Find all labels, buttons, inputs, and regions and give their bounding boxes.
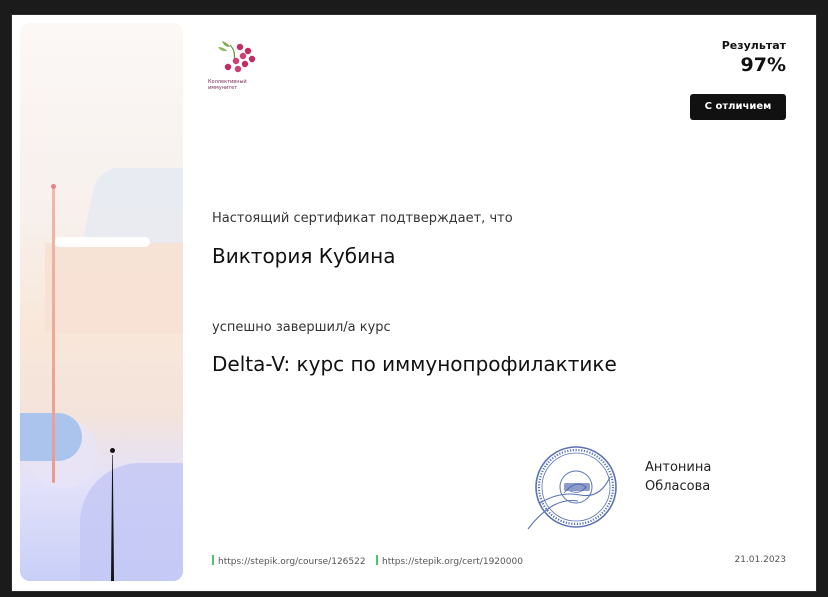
art-needle <box>52 185 55 483</box>
course-title: Delta-V: курс по иммунопрофилактике <box>212 352 617 376</box>
logo-caption-line: иммунитет <box>208 85 238 91</box>
stamp-seal-icon <box>527 446 617 530</box>
art-shape <box>82 168 183 243</box>
signer-first-name: Антонина <box>645 460 712 475</box>
art-dot <box>51 184 56 189</box>
signer-name: Антонина Обласова <box>645 458 711 496</box>
art-shape <box>45 243 183 333</box>
result-label: Результат <box>721 39 786 52</box>
berries-logo-icon <box>218 41 256 73</box>
distinction-badge: С отличием <box>690 94 786 120</box>
recipient-name: Виктория Кубина <box>212 244 396 268</box>
signer-last-name: Обласова <box>645 479 711 494</box>
decorative-art-panel <box>20 23 183 581</box>
cert-link[interactable]: https://stepik.org/cert/1920000 <box>376 555 523 567</box>
art-dot <box>110 448 115 453</box>
art-shape <box>80 463 183 581</box>
certificate-intro: Настоящий сертификат подтверждает, что <box>212 211 513 226</box>
course-url[interactable]: https://stepik.org/course/126522 <box>218 557 366 567</box>
certificate-page: Коллективный иммунитет Результат 97% С о… <box>12 15 816 591</box>
issue-date: 21.01.2023 <box>734 555 786 565</box>
link-marker-icon <box>212 555 214 565</box>
result-block: Результат 97% <box>722 39 786 76</box>
cert-url[interactable]: https://stepik.org/cert/1920000 <box>382 557 523 567</box>
art-bar <box>54 237 150 247</box>
course-link[interactable]: https://stepik.org/course/126522 <box>212 555 366 567</box>
result-value: 97% <box>740 54 786 76</box>
link-marker-icon <box>376 555 378 565</box>
official-stamp <box>520 443 620 539</box>
logo: Коллективный иммунитет <box>208 37 268 99</box>
completed-text: успешно завершил/а курс <box>212 320 391 335</box>
logo-caption: Коллективный иммунитет <box>208 79 268 91</box>
art-shape <box>20 413 82 461</box>
